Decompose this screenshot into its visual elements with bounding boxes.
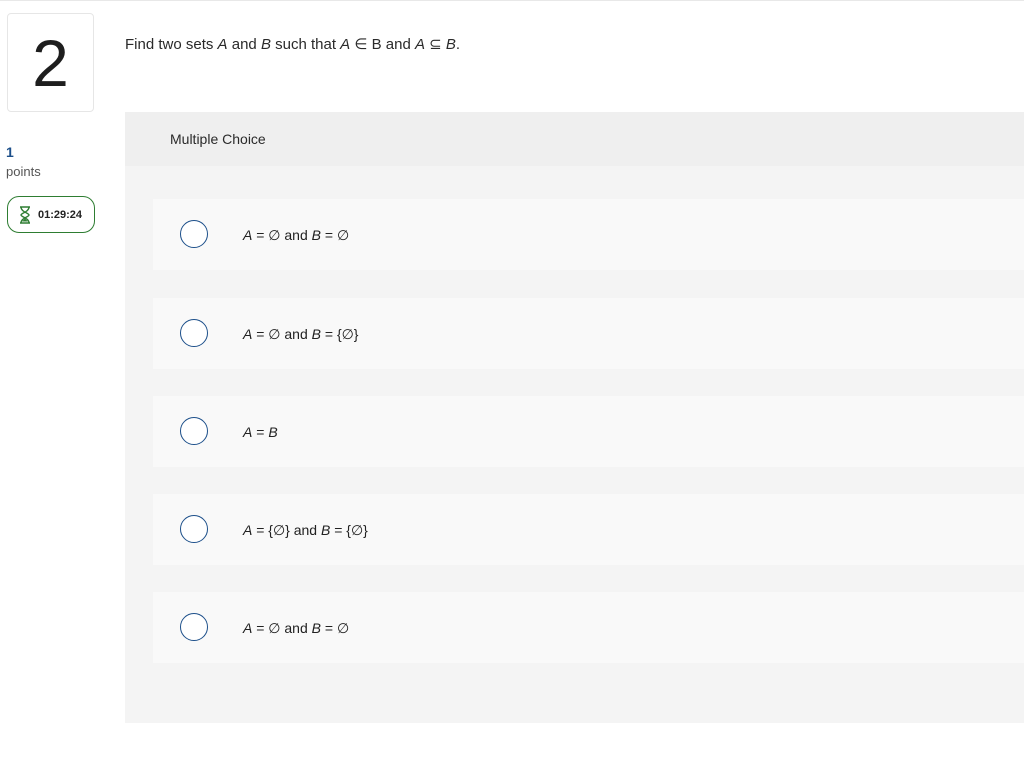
answer-option-5[interactable]: A = ∅ and B = ∅ <box>153 592 1024 663</box>
question-text-part: A <box>217 36 228 53</box>
radio-button[interactable] <box>180 515 208 543</box>
option-text-part: = ∅ <box>320 227 350 243</box>
answer-option-text: A = ∅ and B = ∅ <box>243 227 349 244</box>
question-text-part: ⊆ <box>424 36 446 53</box>
option-text-part: B <box>311 227 321 243</box>
radio-button[interactable] <box>180 319 208 347</box>
question-text-part: A <box>414 36 425 53</box>
answer-option-4[interactable]: A = {∅} and B = {∅} <box>153 494 1024 565</box>
option-text-part: B <box>268 424 278 440</box>
answer-option-text: A = ∅ and B = {∅} <box>243 326 359 343</box>
option-text-part: = ∅ and <box>252 227 312 243</box>
option-text-part: = {∅} <box>330 522 368 538</box>
question-number: 2 <box>7 13 94 112</box>
radio-button[interactable] <box>180 220 208 248</box>
question-text-part: such that <box>270 36 341 53</box>
hourglass-icon <box>18 205 32 224</box>
option-text-part: = ∅ and <box>252 620 312 636</box>
option-text-part: A <box>243 227 253 243</box>
option-text-part: = ∅ <box>320 620 350 636</box>
answer-option-1[interactable]: A = ∅ and B = ∅ <box>153 199 1024 270</box>
question-text: Find two sets A and B such that A ∈ B an… <box>125 35 460 53</box>
question-text-part: B <box>260 36 271 53</box>
radio-button[interactable] <box>180 417 208 445</box>
answer-option-text: A = B <box>243 424 278 440</box>
option-text-part: A <box>243 620 253 636</box>
option-text-part: = <box>252 424 269 440</box>
option-text-part: A <box>243 326 253 342</box>
option-text-part: B <box>311 620 321 636</box>
answer-option-text: A = {∅} and B = {∅} <box>243 522 368 539</box>
answer-option-3[interactable]: A = B <box>153 396 1024 467</box>
answer-option-text: A = ∅ and B = ∅ <box>243 620 349 637</box>
option-text-part: A <box>243 424 253 440</box>
multiple-choice-header: Multiple Choice <box>125 112 1024 166</box>
points-label: points <box>6 164 41 179</box>
option-text-part: B <box>311 326 321 342</box>
question-text-part: Find two sets <box>125 36 218 53</box>
radio-button[interactable] <box>180 613 208 641</box>
quiz-page: 2 1 points 01:29:24 Find two sets A and … <box>0 0 1024 761</box>
option-text-part: = ∅ and <box>252 326 312 342</box>
timer-badge: 01:29:24 <box>7 196 95 233</box>
option-text-part: A <box>243 522 253 538</box>
points-value: 1 <box>6 144 14 160</box>
question-text-part: . <box>455 36 461 53</box>
option-text-part: = {∅} <box>320 326 359 342</box>
question-text-part: ∈ B and <box>350 36 415 53</box>
answer-panel: Multiple Choice A = ∅ and B = ∅ A = ∅ an… <box>125 112 1024 723</box>
multiple-choice-label: Multiple Choice <box>170 131 266 147</box>
option-text-part: = {∅} and <box>252 522 321 538</box>
question-text-part: A <box>340 36 351 53</box>
question-text-part: and <box>227 36 261 53</box>
question-text-part: B <box>445 36 456 53</box>
answer-option-2[interactable]: A = ∅ and B = {∅} <box>153 298 1024 369</box>
option-text-part: B <box>320 522 331 538</box>
timer-text: 01:29:24 <box>38 208 83 221</box>
